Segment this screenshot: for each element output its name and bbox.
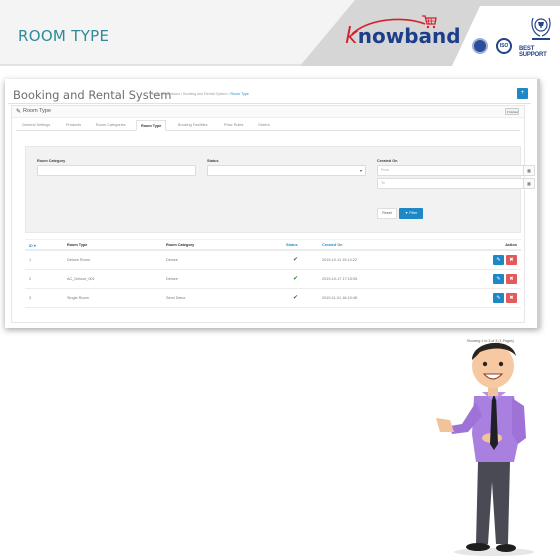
- banner-title: ROOM TYPE: [18, 27, 110, 45]
- iso-label: ISO: [499, 43, 509, 49]
- cell-id: 1: [29, 258, 32, 262]
- cell-created-on: 2019-10-11 19:14:22: [322, 258, 357, 262]
- trophy-icon: [531, 17, 551, 40]
- table-header: ID ▾ Room Type Room Category Status Crea…: [25, 239, 521, 251]
- cell-id: 2: [29, 277, 32, 281]
- column-header-room-category[interactable]: Room Category: [166, 243, 194, 247]
- breadcrumb-home[interactable]: Home: [150, 92, 160, 96]
- cell-room-category: Deluxe: [166, 277, 178, 281]
- tab-booking-facilities[interactable]: Booking Facilities: [178, 123, 208, 127]
- column-header-action: Action: [505, 243, 517, 247]
- tab-products[interactable]: Products: [66, 123, 81, 127]
- cell-room-type: Single Room: [67, 296, 89, 300]
- panel-title: Room Type: [23, 108, 52, 114]
- to-placeholder: To: [381, 181, 385, 185]
- breadcrumb-module[interactable]: Booking and Rental System: [183, 92, 227, 96]
- created-from-input[interactable]: From ▦: [377, 165, 535, 176]
- status-enabled-icon[interactable]: ✔: [293, 275, 298, 282]
- status-enabled-icon[interactable]: ✔: [293, 294, 298, 301]
- tab-general-settings[interactable]: General Settings: [22, 123, 50, 127]
- table-row[interactable]: 3 Single Room Semi Delux ✔ 2019-11-01 16…: [25, 289, 521, 308]
- cell-room-category: Semi Delux: [166, 296, 186, 300]
- language-select-value: Default: [509, 110, 519, 114]
- created-on-label: Created On: [377, 159, 398, 163]
- tab-bar: General Settings Products Room Categorie…: [16, 120, 520, 131]
- iso-badge-icon: ISO: [496, 38, 512, 54]
- logo-text: nowband: [357, 24, 461, 48]
- plus-icon: +: [520, 90, 525, 96]
- delete-icon[interactable]: ✖: [506, 293, 517, 303]
- knowband-logo: knowband: [345, 24, 461, 49]
- pencil-icon: ✎: [16, 109, 22, 115]
- cell-created-on: 2019-11-01 16:15:48: [322, 296, 357, 300]
- from-placeholder: From: [381, 168, 390, 172]
- table-row[interactable]: 1 Deluxe Room Deluxe ✔ 2019-10-11 19:14:…: [25, 251, 521, 270]
- column-header-created-on[interactable]: Created On: [322, 243, 342, 247]
- tab-price-rules[interactable]: Price Rules: [224, 123, 243, 127]
- room-category-input[interactable]: [37, 165, 196, 176]
- filter-button[interactable]: ▼ Filter: [399, 208, 423, 219]
- businessman-illustration: [436, 342, 534, 556]
- logo-initial: k: [345, 24, 358, 49]
- cell-room-type: AC_Deluxe_001: [67, 277, 95, 281]
- room-type-panel: ✎ Room Type ▾ Default General Settings P…: [11, 105, 535, 343]
- add-new-button[interactable]: +: [517, 88, 528, 99]
- cell-room-category: Deluxe: [166, 258, 178, 262]
- tab-room-type[interactable]: Room Type: [136, 120, 167, 131]
- delete-icon[interactable]: ✖: [506, 274, 517, 284]
- status-label: Status: [207, 159, 219, 163]
- cell-room-type: Deluxe Room: [67, 258, 91, 262]
- tab-orders[interactable]: Orders: [258, 123, 270, 127]
- panel-header: ✎ Room Type ▾ Default: [12, 106, 524, 118]
- edit-icon[interactable]: ✎: [493, 274, 504, 284]
- tab-room-categories[interactable]: Room Categories: [96, 123, 126, 127]
- calendar-icon[interactable]: ▦: [523, 179, 534, 188]
- certification-seal-icon: [472, 38, 488, 54]
- admin-screenshot: Booking and Rental System Home / Extensi…: [5, 79, 540, 343]
- breadcrumb-current: Room Type: [230, 92, 249, 96]
- filter-box: Room Category Status ▾ Created On From ▦…: [25, 146, 535, 233]
- language-select[interactable]: ▾ Default: [505, 108, 519, 115]
- divider: [8, 103, 531, 104]
- chevron-down-icon: ▾: [359, 168, 362, 173]
- column-header-room-type[interactable]: Room Type: [67, 243, 87, 247]
- banner: ROOM TYPE knowband ISO BEST SUPPORT: [0, 0, 560, 66]
- reset-button[interactable]: Reset: [377, 208, 397, 219]
- column-header-status[interactable]: Status: [286, 243, 298, 247]
- table-row[interactable]: 2 AC_Deluxe_001 Deluxe ✔ 2019-10-17 17:1…: [25, 270, 521, 289]
- filter-button-label: Filter: [409, 211, 418, 215]
- delete-icon[interactable]: ✖: [506, 255, 517, 265]
- breadcrumb: Home / Extensions / Booking and Rental S…: [150, 92, 249, 96]
- id-header-label: ID: [29, 244, 33, 248]
- best-support-label: BEST SUPPORT: [519, 46, 547, 58]
- status-select[interactable]: ▾: [207, 165, 366, 176]
- cell-created-on: 2019-10-17 17:15:05: [322, 277, 358, 281]
- funnel-icon: ▼: [404, 211, 409, 215]
- status-enabled-icon[interactable]: ✔: [293, 256, 298, 263]
- calendar-icon[interactable]: ▦: [523, 166, 534, 175]
- room-type-table: ID ▾ Room Type Room Category Status Crea…: [25, 239, 521, 308]
- page-title: Booking and Rental System: [13, 88, 172, 102]
- breadcrumb-extensions[interactable]: Extensions: [163, 92, 181, 96]
- edit-icon[interactable]: ✎: [493, 255, 504, 265]
- cell-id: 3: [29, 296, 32, 300]
- edit-icon[interactable]: ✎: [493, 293, 504, 303]
- created-to-input[interactable]: To ▦: [377, 178, 535, 189]
- room-category-label: Room Category: [37, 159, 66, 163]
- column-header-id[interactable]: ID ▾: [29, 243, 36, 248]
